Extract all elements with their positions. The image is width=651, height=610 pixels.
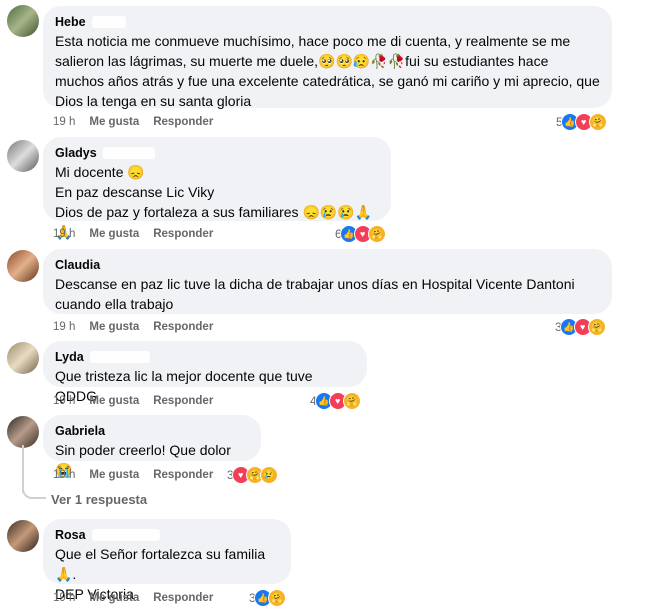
- thread-connector: [22, 481, 46, 499]
- like-button[interactable]: Me gusta: [89, 228, 139, 240]
- avatar[interactable]: [7, 250, 39, 282]
- reply-button[interactable]: Responder: [153, 395, 213, 407]
- comment-bubble: Gladys Mi docente 😞 En paz descanse Lic …: [43, 137, 391, 240]
- comment-actions: 19 h Me gusta Responder: [53, 228, 227, 240]
- commenter-name[interactable]: Gladys: [55, 145, 97, 161]
- comment-time[interactable]: 19 h: [53, 116, 75, 128]
- comment-text: Esta noticia me conmueve muchísimo, hace…: [55, 33, 604, 109]
- comment-time[interactable]: 19 h: [53, 469, 75, 481]
- avatar[interactable]: [7, 342, 39, 374]
- commenter-name[interactable]: Claudia: [55, 257, 100, 273]
- sad-icon: 😢: [259, 466, 278, 484]
- avatar[interactable]: [7, 5, 39, 37]
- avatar[interactable]: [7, 520, 39, 552]
- care-icon: 🤗: [267, 589, 286, 607]
- reply-button[interactable]: Responder: [153, 592, 213, 604]
- reaction-summary[interactable]: 3 👍 ♥ 🤗: [555, 318, 606, 336]
- like-button[interactable]: Me gusta: [89, 592, 139, 604]
- commenter-name[interactable]: Hebe: [55, 14, 86, 30]
- comment-actions: 19 h Me gusta Responder: [53, 116, 227, 128]
- comment-bubble: Lyda Que tristeza lic la mejor docente q…: [43, 341, 367, 404]
- reply-button[interactable]: Responder: [153, 116, 213, 128]
- commenter-name[interactable]: Gabriela: [55, 423, 105, 439]
- commenter-name[interactable]: Lyda: [55, 349, 84, 365]
- reply-button[interactable]: Responder: [153, 321, 213, 333]
- comment-time[interactable]: 19 h: [53, 395, 75, 407]
- comment-bubble: Gabriela Sin poder creerlo! Que dolor 😭: [43, 415, 261, 478]
- commenter-name[interactable]: Rosa: [55, 527, 86, 543]
- comment-time[interactable]: 19 h: [53, 321, 75, 333]
- see-replies-link[interactable]: Ver 1 respuesta: [51, 492, 147, 507]
- comment-bubble: Claudia Descanse en paz lic tuve la dich…: [43, 249, 612, 314]
- care-icon: 🤗: [367, 225, 386, 243]
- comment-bubble: Rosa Que el Señor fortalezca su familia🙏…: [43, 519, 291, 602]
- avatar[interactable]: [7, 416, 39, 448]
- care-icon: 🤗: [587, 318, 606, 336]
- reaction-summary[interactable]: 5 👍 ♥ 🤗: [556, 113, 607, 131]
- reply-button[interactable]: Responder: [153, 469, 213, 481]
- reaction-summary[interactable]: 6 👍 ♥ 🤗: [335, 225, 386, 243]
- like-button[interactable]: Me gusta: [89, 321, 139, 333]
- comment-actions: 19 h Me gusta Responder: [53, 321, 227, 333]
- comment-text: Descanse en paz lic tuve la dicha de tra…: [55, 276, 579, 312]
- comment-time[interactable]: 19 h: [53, 592, 75, 604]
- like-button[interactable]: Me gusta: [89, 469, 139, 481]
- comment-actions: 19 h Me gusta Responder: [53, 395, 227, 407]
- avatar[interactable]: [7, 140, 39, 172]
- like-button[interactable]: Me gusta: [89, 395, 139, 407]
- reply-button[interactable]: Responder: [153, 228, 213, 240]
- like-button[interactable]: Me gusta: [89, 116, 139, 128]
- care-icon: 🤗: [588, 113, 607, 131]
- comment-actions: 19 h Me gusta Responder: [53, 469, 227, 481]
- care-icon: 🤗: [342, 392, 361, 410]
- comment-bubble: Hebe Esta noticia me conmueve muchísimo,…: [43, 6, 612, 109]
- comment-time[interactable]: 19 h: [53, 228, 75, 240]
- reaction-summary[interactable]: 4 👍 ♥ 🤗: [310, 392, 361, 410]
- reaction-summary[interactable]: 3 ♥ 🤗 😢: [227, 466, 278, 484]
- reaction-summary[interactable]: 3 👍 🤗: [249, 589, 286, 607]
- comment-actions: 19 h Me gusta Responder: [53, 592, 227, 604]
